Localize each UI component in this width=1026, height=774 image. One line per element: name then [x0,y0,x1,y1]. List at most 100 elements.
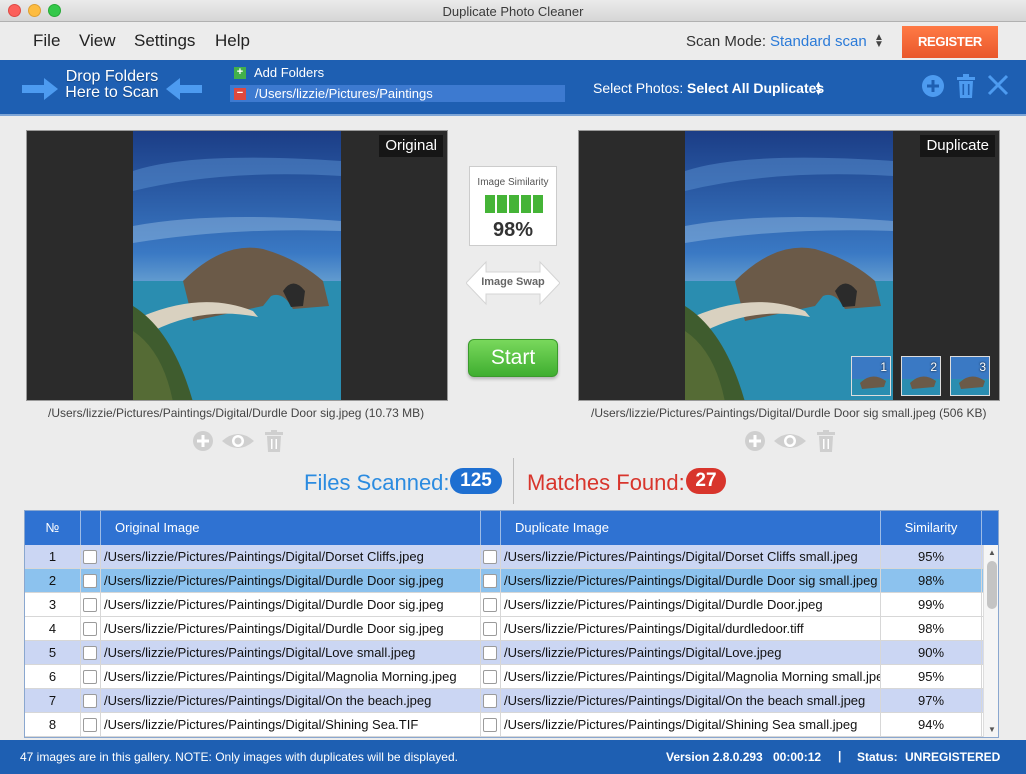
row-similarity: 90% [881,641,982,665]
row-similarity: 94% [881,713,982,737]
scroll-up-icon[interactable]: ▲ [988,548,996,557]
row-number: 7 [25,689,81,713]
table-scrollbar[interactable]: ▲ ▼ [983,545,998,737]
similarity-meter: Image Similarity 98% [469,166,557,246]
add-folder-icon[interactable]: + [234,67,246,79]
eye-icon[interactable] [221,430,255,452]
row-original-checkbox[interactable] [83,718,97,732]
menu-settings[interactable]: Settings [134,31,195,51]
row-original-checkbox[interactable] [83,574,97,588]
add-icon[interactable] [744,430,766,452]
checkbox-cell [481,665,501,689]
scan-mode-select[interactable]: Standard scan [770,33,867,50]
row-duplicate-checkbox[interactable] [483,646,497,660]
image-swap-label: Image Swap [481,276,545,288]
table-row[interactable]: 2/Users/lizzie/Pictures/Paintings/Digita… [25,569,983,593]
trash-icon[interactable] [264,430,284,452]
table-row[interactable]: 5/Users/lizzie/Pictures/Paintings/Digita… [25,641,983,665]
status-label: Status: [857,750,898,764]
checkbox-cell [481,713,501,737]
header-check-original[interactable] [81,511,101,545]
row-duplicate-checkbox[interactable] [483,574,497,588]
row-original-checkbox[interactable] [83,694,97,708]
app-window: Duplicate Photo Cleaner File View Settin… [0,0,1026,774]
thumbnail-number: 2 [930,360,937,374]
table-header: № Original Image Duplicate Image Similar… [25,511,998,545]
trash-icon[interactable] [955,74,977,98]
row-original-path: /Users/lizzie/Pictures/Paintings/Digital… [101,593,481,617]
row-original-checkbox[interactable] [83,550,97,564]
row-duplicate-checkbox[interactable] [483,598,497,612]
original-preview[interactable]: Original [26,130,448,401]
row-duplicate-path: /Users/lizzie/Pictures/Paintings/Digital… [501,713,881,737]
trash-icon[interactable] [816,430,836,452]
row-number: 3 [25,593,81,617]
row-number: 2 [25,569,81,593]
similarity-value: 98% [492,219,534,241]
row-duplicate-checkbox[interactable] [483,718,497,732]
row-number: 1 [25,545,81,569]
row-duplicate-checkbox[interactable] [483,670,497,684]
register-now-button[interactable]: REGISTER NOW [902,26,998,81]
checkbox-cell [81,545,101,569]
add-folders-link[interactable]: Add Folders [254,65,324,80]
header-duplicate-image[interactable]: Duplicate Image [501,511,881,545]
table-row[interactable]: 6/Users/lizzie/Pictures/Paintings/Digita… [25,665,983,689]
checkbox-cell [81,641,101,665]
table-row[interactable]: 7/Users/lizzie/Pictures/Paintings/Digita… [25,689,983,713]
row-similarity: 98% [881,569,982,593]
table-row[interactable]: 4/Users/lizzie/Pictures/Paintings/Digita… [25,617,983,641]
remove-folder-icon[interactable]: − [234,88,246,100]
row-original-checkbox[interactable] [83,622,97,636]
row-original-checkbox[interactable] [83,670,97,684]
scroll-down-icon[interactable]: ▼ [988,725,996,734]
row-original-checkbox[interactable] [83,598,97,612]
menu-file[interactable]: File [33,31,60,51]
row-duplicate-checkbox[interactable] [483,694,497,708]
menu-bar: File View Settings Help Scan Mode: Stand… [0,22,1026,81]
start-button[interactable]: Start [468,339,558,377]
files-scanned-label: Files Scanned: [304,470,450,495]
row-duplicate-checkbox[interactable] [483,550,497,564]
add-icon[interactable] [921,74,945,98]
row-similarity: 95% [881,545,982,569]
image-swap-button[interactable]: Image Swap [465,260,561,306]
eye-icon[interactable] [773,430,807,452]
menu-view[interactable]: View [79,31,116,51]
table-row[interactable]: 3/Users/lizzie/Pictures/Paintings/Digita… [25,593,983,617]
row-duplicate-checkbox[interactable] [483,622,497,636]
table-row[interactable]: 8/Users/lizzie/Pictures/Paintings/Digita… [25,713,983,737]
duplicate-thumbnail[interactable]: 2 [901,356,941,396]
header-original-image[interactable]: Original Image [101,511,481,545]
folder-list-item[interactable]: − /Users/lizzie/Pictures/Paintings [230,85,565,102]
similarity-bar [497,195,507,213]
status-separator: | [838,749,842,763]
row-original-path: /Users/lizzie/Pictures/Paintings/Digital… [101,713,481,737]
add-icon[interactable] [192,430,214,452]
updown-chevron-icon[interactable]: ▲ ▼ [874,33,884,50]
updown-chevron-icon[interactable]: ▲ ▼ [814,80,823,97]
row-duplicate-path: /Users/lizzie/Pictures/Paintings/Digital… [501,689,881,713]
row-similarity: 99% [881,593,982,617]
duplicate-thumbnail[interactable]: 1 [851,356,891,396]
drop-zone[interactable]: Drop Folders Here to Scan [62,69,162,101]
row-duplicate-path: /Users/lizzie/Pictures/Paintings/Digital… [501,545,881,569]
header-similarity[interactable]: Similarity [881,511,982,545]
thumbnail-number: 1 [880,360,887,374]
duplicate-preview[interactable]: Duplicate 1 2 3 [578,130,1000,401]
duplicate-thumbnail[interactable]: 3 [950,356,990,396]
table-row[interactable]: 1/Users/lizzie/Pictures/Paintings/Digita… [25,545,983,569]
files-scanned-count: 125 [450,468,502,494]
menu-help[interactable]: Help [215,31,250,51]
scroll-thumb[interactable] [987,561,997,609]
row-original-checkbox[interactable] [83,646,97,660]
checkbox-cell [481,617,501,641]
header-check-duplicate[interactable] [481,511,501,545]
checkbox-cell [81,569,101,593]
matches-found-label: Matches Found: [527,470,685,495]
gallery-note: 47 images are in this gallery. NOTE: Onl… [20,750,458,764]
header-number[interactable]: № [25,511,81,545]
close-icon[interactable] [987,74,1009,96]
row-number: 4 [25,617,81,641]
select-photos-dropdown[interactable]: Select All Duplicates [687,80,824,96]
